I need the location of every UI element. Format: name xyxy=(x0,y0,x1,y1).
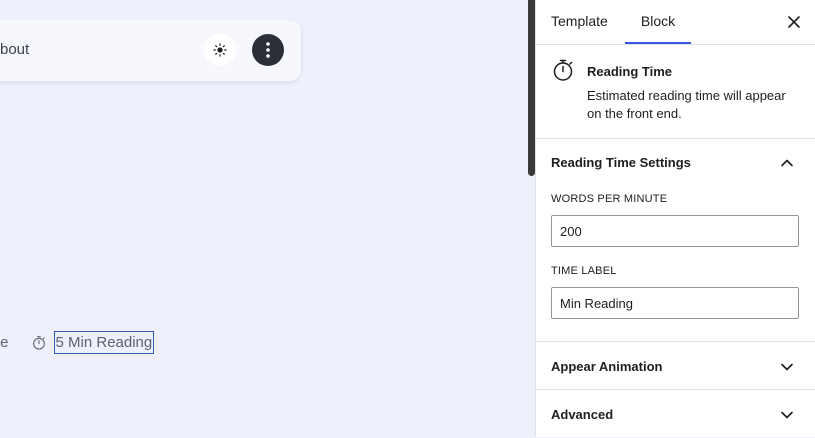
panel-appear-animation[interactable]: Appear Animation xyxy=(536,342,815,390)
settings-sidebar: Template Block Reading Time Estimated re… xyxy=(535,0,815,437)
reading-time-settings-body: WORDS PER MINUTE TIME LABEL xyxy=(536,187,815,342)
block-description: Estimated reading time will appear on th… xyxy=(587,88,786,121)
chevron-down-icon xyxy=(781,363,793,371)
theme-toggle-button[interactable] xyxy=(204,34,236,66)
canvas-scrollbar-thumb[interactable] xyxy=(528,0,535,176)
vertical-ellipsis-icon xyxy=(266,42,270,58)
block-title: Reading Time xyxy=(587,64,673,79)
reading-time-block[interactable]: 5 Min Reading xyxy=(53,331,155,354)
editor-canvas: bout te 5 Min R xyxy=(0,0,527,437)
panel-title: Advanced xyxy=(551,407,614,422)
chevron-up-icon xyxy=(781,159,793,167)
close-icon xyxy=(788,16,800,28)
panel-advanced[interactable]: Advanced xyxy=(536,390,815,438)
post-meta: te 5 Min Reading xyxy=(0,331,155,354)
panel-title: Appear Animation xyxy=(551,359,663,374)
block-card: Reading Time Estimated reading time will… xyxy=(536,45,815,139)
panel-reading-time-settings[interactable]: Reading Time Settings xyxy=(536,139,815,187)
sun-icon xyxy=(213,43,227,57)
time-label-label: TIME LABEL xyxy=(551,265,617,277)
words-per-minute-label: WORDS PER MINUTE xyxy=(551,193,668,205)
panel-title: Reading Time Settings xyxy=(551,155,691,170)
time-label-input[interactable] xyxy=(551,287,799,319)
close-sidebar-button[interactable] xyxy=(782,10,806,34)
post-meta-date: te xyxy=(0,334,9,351)
stopwatch-icon xyxy=(31,335,47,351)
site-header: bout xyxy=(0,20,301,81)
words-per-minute-input[interactable] xyxy=(551,215,799,247)
tab-template[interactable]: Template xyxy=(551,0,608,44)
sidebar-tabs: Template Block xyxy=(536,0,815,45)
nav-item-about[interactable]: bout xyxy=(0,41,29,58)
more-menu-button[interactable] xyxy=(252,34,284,66)
chevron-down-icon xyxy=(781,411,793,419)
tab-block[interactable]: Block xyxy=(625,0,691,44)
stopwatch-icon xyxy=(553,59,573,81)
